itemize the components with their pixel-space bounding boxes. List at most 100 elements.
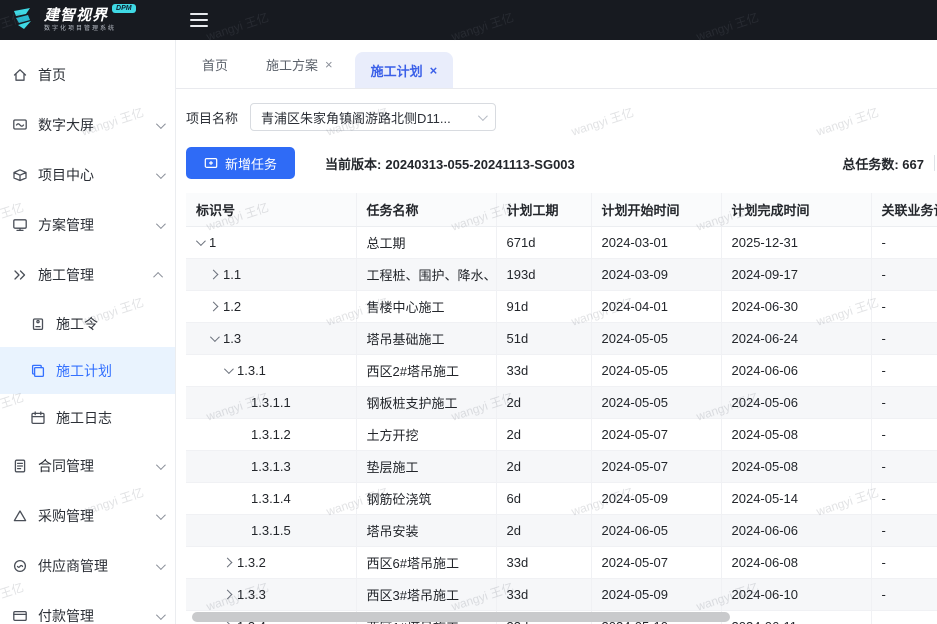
sidebar-item-label: 施工管理 xyxy=(38,265,146,285)
sidebar-item-9[interactable]: 合同管理 xyxy=(0,441,175,491)
project-name-label: 项目名称 xyxy=(186,108,238,127)
task-name: 塔吊安装 xyxy=(356,514,496,546)
horizontal-scrollbar[interactable] xyxy=(192,612,730,622)
task-start-date: 2024-05-07 xyxy=(591,418,721,450)
dpm-badge: DPM xyxy=(112,4,136,13)
add-task-icon xyxy=(204,156,218,170)
task-related-plan: - xyxy=(871,354,937,386)
monitor-icon xyxy=(12,217,28,233)
task-duration: 2d xyxy=(496,418,591,450)
supplier-icon xyxy=(12,558,28,574)
task-end-date: 2024-06-11 xyxy=(721,610,871,624)
project-select[interactable]: 青浦区朱家角镇阁游路北侧D11... xyxy=(250,103,496,131)
table-row[interactable]: 1.3.2西区6#塔吊施工33d2024-05-072024-06-08- xyxy=(186,546,937,578)
task-name: 钢筋砼浇筑 xyxy=(356,482,496,514)
sidebar-item-2[interactable]: 数字大屏 xyxy=(0,100,175,150)
close-icon[interactable]: × xyxy=(325,57,333,72)
task-related-plan: - xyxy=(871,226,937,258)
task-end-date: 2024-09-17 xyxy=(721,258,871,290)
menu-toggle-icon[interactable] xyxy=(190,13,208,27)
task-related-plan: - xyxy=(871,514,937,546)
project-select-value: 青浦区朱家角镇阁游路北侧D11... xyxy=(261,108,451,127)
tab-2[interactable]: 施工方案× xyxy=(250,46,349,83)
task-duration: 91d xyxy=(496,290,591,322)
task-name: 西区3#塔吊施工 xyxy=(356,578,496,610)
task-id: 1.3.1.4 xyxy=(251,491,291,506)
tab-3[interactable]: 施工计划× xyxy=(355,52,454,88)
top-bar: 建智视界 DPM 数字化项目管理系统 xyxy=(0,0,937,40)
task-end-date: 2024-05-08 xyxy=(721,450,871,482)
task-duration: 2d xyxy=(496,386,591,418)
sidebar-item-4[interactable]: 方案管理 xyxy=(0,200,175,250)
expand-arrow-icon[interactable] xyxy=(223,557,233,567)
add-task-button[interactable]: 新增任务 xyxy=(186,147,295,179)
expand-arrow-icon[interactable] xyxy=(224,364,234,374)
sidebar-item-10[interactable]: 采购管理 xyxy=(0,491,175,541)
sidebar-item-label: 方案管理 xyxy=(38,215,146,235)
task-duration: 51d xyxy=(496,322,591,354)
expand-arrow-icon[interactable] xyxy=(209,301,219,311)
sidebar-item-label: 采购管理 xyxy=(38,506,146,526)
task-end-date: 2024-06-06 xyxy=(721,354,871,386)
expand-arrow-icon[interactable] xyxy=(210,332,220,342)
task-start-date: 2024-04-01 xyxy=(591,290,721,322)
sidebar-item-label: 供应商管理 xyxy=(38,556,146,576)
table-row[interactable]: 1.3.1.2土方开挖2d2024-05-072024-05-08- xyxy=(186,418,937,450)
badge-icon xyxy=(30,316,46,332)
sidebar-item-3[interactable]: 项目中心 xyxy=(0,150,175,200)
task-start-date: 2024-05-07 xyxy=(591,450,721,482)
expand-arrow-icon[interactable] xyxy=(196,236,206,246)
task-duration: 33d xyxy=(496,546,591,578)
task-name: 西区6#塔吊施工 xyxy=(356,546,496,578)
task-id: 1.3 xyxy=(223,331,241,346)
table-row[interactable]: 1.3.1.1钢板桩支护施工2d2024-05-052024-05-06- xyxy=(186,386,937,418)
task-id: 1.3.3 xyxy=(237,587,266,602)
task-related-plan: - xyxy=(871,258,937,290)
document-icon xyxy=(12,458,28,474)
expand-arrow-icon[interactable] xyxy=(209,269,219,279)
current-version: 当前版本:20240313-055-20241113-SG003 xyxy=(325,154,575,173)
task-name: 总工期 xyxy=(356,226,496,258)
table-row[interactable]: 1.3.1.4钢筋砼浇筑6d2024-05-092024-05-14- xyxy=(186,482,937,514)
task-start-date: 2024-03-09 xyxy=(591,258,721,290)
sidebar-item-12[interactable]: 付款管理 xyxy=(0,591,175,624)
task-id: 1.1 xyxy=(223,267,241,282)
task-id: 1.3.1 xyxy=(237,363,266,378)
table-row[interactable]: 1.3塔吊基础施工51d2024-05-052024-06-24- xyxy=(186,322,937,354)
sidebar-item-5[interactable]: 施工管理 xyxy=(0,250,175,300)
sidebar-item-label: 付款管理 xyxy=(38,606,146,624)
task-related-plan: - xyxy=(871,546,937,578)
task-end-date: 2024-06-10 xyxy=(721,578,871,610)
task-duration: 33d xyxy=(496,578,591,610)
task-related-plan: - xyxy=(871,386,937,418)
close-icon[interactable]: × xyxy=(430,63,438,78)
sidebar-item-1[interactable]: 首页 xyxy=(0,50,175,100)
table-row[interactable]: 1.2售楼中心施工91d2024-04-012024-06-30- xyxy=(186,290,937,322)
table-row[interactable]: 1.3.1.3垫层施工2d2024-05-072024-05-08- xyxy=(186,450,937,482)
table-row[interactable]: 1.3.1.5塔吊安装2d2024-06-052024-06-06- xyxy=(186,514,937,546)
expand-arrow-icon[interactable] xyxy=(223,589,233,599)
task-related-plan: - xyxy=(871,450,937,482)
task-related-plan: - xyxy=(871,322,937,354)
tab-1[interactable]: 首页 xyxy=(186,46,244,83)
table-row[interactable]: 1.3.3西区3#塔吊施工33d2024-05-092024-06-10- xyxy=(186,578,937,610)
sidebar-item-6[interactable]: 施工令 xyxy=(0,300,175,347)
sidebar-item-label: 施工日志 xyxy=(56,408,163,428)
task-duration: 33d xyxy=(496,354,591,386)
table-row[interactable]: 1.1工程桩、围护、降水、...193d2024-03-092024-09-17… xyxy=(186,258,937,290)
sidebar-nav: 首页数字大屏项目中心方案管理施工管理施工令施工计划施工日志合同管理采购管理供应商… xyxy=(0,40,176,624)
sidebar-item-8[interactable]: 施工日志 xyxy=(0,394,175,441)
task-related-plan: - xyxy=(871,482,937,514)
sidebar-item-label: 合同管理 xyxy=(38,456,146,476)
task-start-date: 2024-05-09 xyxy=(591,578,721,610)
task-end-date: 2024-05-08 xyxy=(721,418,871,450)
table-row[interactable]: 1.3.1西区2#塔吊施工33d2024-05-052024-06-06- xyxy=(186,354,937,386)
table-row[interactable]: 1总工期671d2024-03-012025-12-31- xyxy=(186,226,937,258)
sidebar-item-11[interactable]: 供应商管理 xyxy=(0,541,175,591)
app-subtitle: 数字化项目管理系统 xyxy=(44,26,136,32)
box-icon xyxy=(12,167,28,183)
task-duration: 6d xyxy=(496,482,591,514)
copy-icon xyxy=(30,363,46,379)
sidebar-item-7[interactable]: 施工计划 xyxy=(0,347,175,394)
chevron-down-icon xyxy=(478,111,488,121)
